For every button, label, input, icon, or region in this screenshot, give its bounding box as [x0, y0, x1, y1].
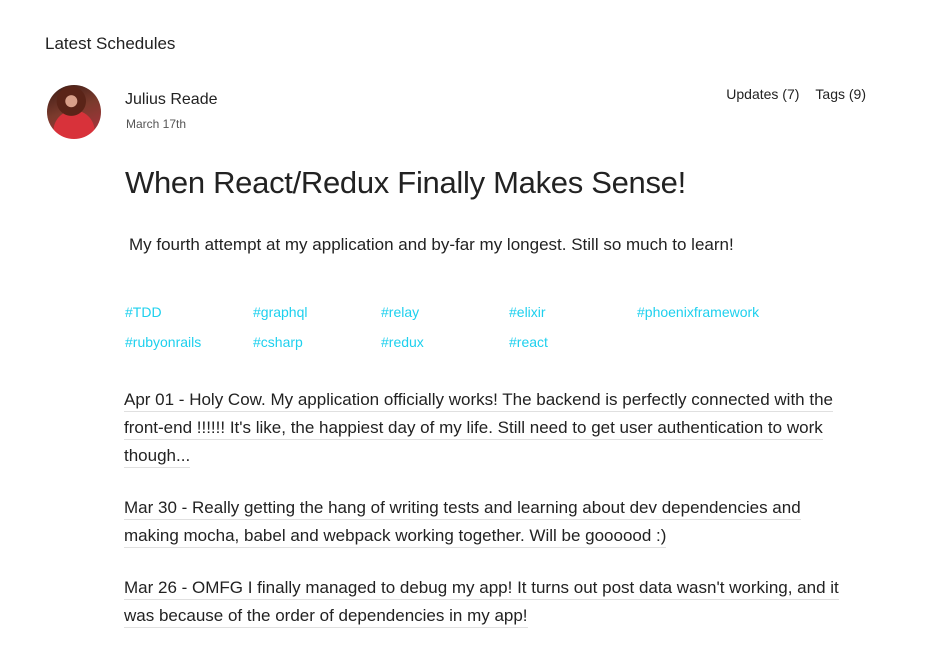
tag-link[interactable]: #graphql — [253, 304, 381, 320]
post-date: March 17th — [126, 117, 187, 131]
tag-link[interactable]: #react — [509, 334, 637, 350]
update-text: Apr 01 - Holy Cow. My application offici… — [124, 390, 833, 468]
tag-link[interactable]: #redux — [381, 334, 509, 350]
updates-link[interactable]: Updates (7) — [726, 86, 799, 102]
update-item: Apr 01 - Holy Cow. My application offici… — [124, 386, 844, 470]
post-description: My fourth attempt at my application and … — [129, 235, 734, 254]
tags-link[interactable]: Tags (9) — [815, 86, 866, 102]
tag-link[interactable]: #rubyonrails — [125, 334, 253, 350]
tag-link[interactable]: #phoenixframework — [637, 304, 807, 320]
post-meta-links: Updates (7) Tags (9) — [726, 86, 866, 102]
update-item: Mar 30 - Really getting the hang of writ… — [124, 494, 844, 550]
update-text: Mar 26 - OMFG I finally managed to debug… — [124, 578, 839, 628]
post-title[interactable]: When React/Redux Finally Makes Sense! — [125, 165, 686, 201]
tag-link[interactable]: #relay — [381, 304, 509, 320]
update-item: Mar 26 - OMFG I finally managed to debug… — [124, 574, 844, 630]
tag-link[interactable]: #elixir — [509, 304, 637, 320]
tag-link[interactable]: #TDD — [125, 304, 253, 320]
update-text: Mar 30 - Really getting the hang of writ… — [124, 498, 801, 548]
section-title: Latest Schedules — [45, 34, 176, 53]
author-name[interactable]: Julius Reade — [125, 91, 218, 109]
tag-list: #TDD #graphql #relay #elixir #phoenixfra… — [125, 304, 825, 350]
tag-link[interactable]: #csharp — [253, 334, 381, 350]
avatar[interactable] — [47, 85, 101, 139]
update-list: Apr 01 - Holy Cow. My application offici… — [124, 386, 844, 654]
